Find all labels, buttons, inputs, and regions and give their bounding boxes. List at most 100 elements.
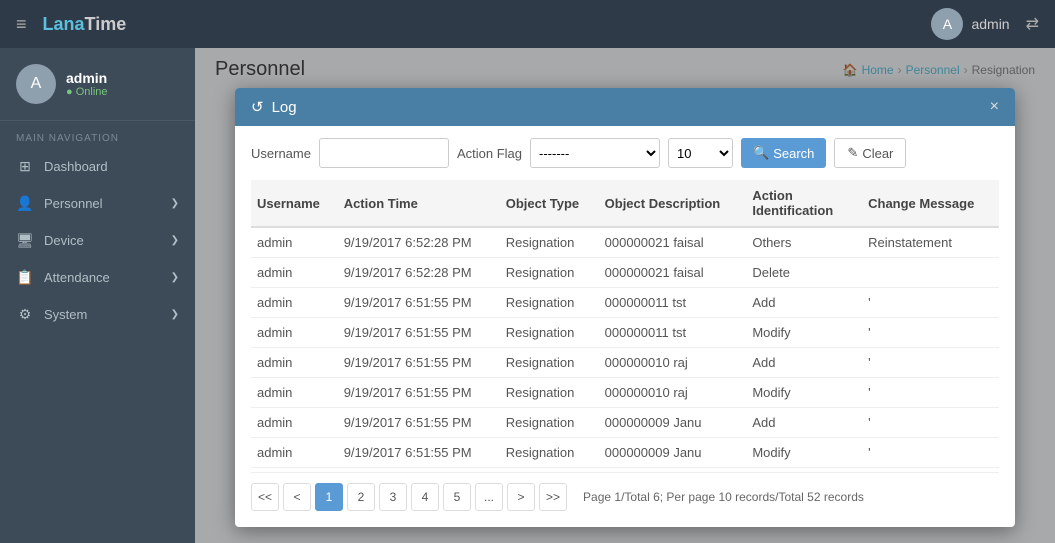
- cell-object-type: Resignation: [500, 348, 599, 378]
- cell-username: admin: [251, 288, 338, 318]
- pagination-row: << < 1 2 3 4 5 ... > >> Page 1/Total 6; …: [251, 472, 999, 515]
- cell-action-id: Add: [746, 408, 862, 438]
- search-icon: 🔍: [753, 145, 769, 161]
- cell-action-time: 9/19/2017 6:51:55 PM: [338, 288, 500, 318]
- chevron-right-icon: ❯: [171, 272, 179, 283]
- cell-change-message: ': [862, 438, 999, 468]
- attendance-icon: 📋: [16, 269, 34, 286]
- sidebar-item-dashboard[interactable]: ⊞ Dashboard: [0, 148, 195, 185]
- sidebar-item-personnel[interactable]: 👤 Personnel ❯: [0, 185, 195, 222]
- cell-change-message: ': [862, 288, 999, 318]
- sidebar-item-label: Device: [44, 233, 84, 248]
- cell-object-type: Resignation: [500, 438, 599, 468]
- admin-label: admin: [971, 16, 1009, 32]
- cell-object-description: 000000009 Janu: [599, 408, 747, 438]
- page-ellipsis-button[interactable]: ...: [475, 483, 503, 511]
- cell-change-message: ': [862, 318, 999, 348]
- hamburger-icon[interactable]: ≡: [16, 14, 27, 35]
- cell-object-description: 000000009 Janu: [599, 438, 747, 468]
- modal-close-button[interactable]: ×: [990, 98, 999, 116]
- sidebar-item-device[interactable]: 🖥 Device ❯: [0, 222, 195, 259]
- cell-action-id: Add: [746, 288, 862, 318]
- table-row: admin 9/19/2017 6:52:28 PM Resignation 0…: [251, 258, 999, 288]
- admin-user-menu[interactable]: A admin: [931, 8, 1009, 40]
- cell-username: admin: [251, 408, 338, 438]
- cell-object-type: Resignation: [500, 408, 599, 438]
- sidebar-user-info: A admin ● Online: [0, 48, 195, 121]
- per-page-select[interactable]: 10 20 50 100: [668, 138, 733, 168]
- cell-action-id: Modify: [746, 318, 862, 348]
- page-4-button[interactable]: 4: [411, 483, 439, 511]
- page-1-button[interactable]: 1: [315, 483, 343, 511]
- cell-object-type: Resignation: [500, 227, 599, 258]
- admin-avatar: A: [931, 8, 963, 40]
- page-2-button[interactable]: 2: [347, 483, 375, 511]
- cell-action-time: 9/19/2017 6:51:55 PM: [338, 408, 500, 438]
- sidebar-item-attendance[interactable]: 📋 Attendance ❯: [0, 259, 195, 296]
- chevron-right-icon: ❯: [171, 198, 179, 209]
- sidebar-item-label: Personnel: [44, 196, 103, 211]
- action-flag-select[interactable]: ------- Add Modify Delete Others: [530, 138, 660, 168]
- cell-action-id: Delete: [746, 258, 862, 288]
- page-first-button[interactable]: <<: [251, 483, 279, 511]
- username-filter-label: Username: [251, 146, 311, 161]
- dashboard-icon: ⊞: [16, 158, 34, 175]
- cell-object-type: Resignation: [500, 378, 599, 408]
- log-modal: ↺ Log × Username Action Flag ------- Add…: [235, 88, 1015, 527]
- top-navbar: ≡ LanaTime A admin ⇄: [0, 0, 1055, 48]
- chevron-right-icon: ❯: [171, 309, 179, 320]
- cell-object-type: Resignation: [500, 318, 599, 348]
- page-next-button[interactable]: >: [507, 483, 535, 511]
- table-row: admin 9/19/2017 6:51:55 PM Resignation 0…: [251, 348, 999, 378]
- search-button[interactable]: 🔍 Search: [741, 138, 826, 168]
- cell-change-message: ': [862, 348, 999, 378]
- username-input[interactable]: [319, 138, 449, 168]
- col-username: Username: [251, 180, 338, 227]
- cell-action-id: Others: [746, 227, 862, 258]
- cell-username: admin: [251, 438, 338, 468]
- cell-object-type: Resignation: [500, 288, 599, 318]
- page-prev-button[interactable]: <: [283, 483, 311, 511]
- modal-title: ↺ Log: [251, 98, 297, 116]
- cell-action-time: 9/19/2017 6:51:55 PM: [338, 378, 500, 408]
- cell-username: admin: [251, 258, 338, 288]
- log-table: Username Action Time Object Type Object …: [251, 180, 999, 468]
- device-icon: 🖥: [16, 232, 34, 249]
- chevron-right-icon: ❯: [171, 235, 179, 246]
- page-3-button[interactable]: 3: [379, 483, 407, 511]
- table-body: admin 9/19/2017 6:52:28 PM Resignation 0…: [251, 227, 999, 468]
- page-5-button[interactable]: 5: [443, 483, 471, 511]
- table-row: admin 9/19/2017 6:51:55 PM Resignation 0…: [251, 408, 999, 438]
- cell-action-time: 9/19/2017 6:52:28 PM: [338, 227, 500, 258]
- share-icon[interactable]: ⇄: [1026, 14, 1039, 34]
- table-row: admin 9/19/2017 6:51:55 PM Resignation 0…: [251, 378, 999, 408]
- sidebar-item-system[interactable]: ⚙ System ❯: [0, 296, 195, 333]
- col-change-message: Change Message: [862, 180, 999, 227]
- cell-object-description: 000000021 faisal: [599, 258, 747, 288]
- cell-action-time: 9/19/2017 6:51:55 PM: [338, 348, 500, 378]
- cell-object-description: 000000010 raj: [599, 348, 747, 378]
- sidebar: A admin ● Online MAIN NAVIGATION ⊞ Dashb…: [0, 48, 195, 543]
- cell-action-id: Add: [746, 348, 862, 378]
- log-icon: ↺: [251, 98, 264, 116]
- modal-header: ↺ Log ×: [235, 88, 1015, 126]
- cell-action-id: Modify: [746, 438, 862, 468]
- table-row: admin 9/19/2017 6:51:55 PM Resignation 0…: [251, 288, 999, 318]
- table-head: Username Action Time Object Type Object …: [251, 180, 999, 227]
- cell-change-message: [862, 258, 999, 288]
- cell-object-description: 000000010 raj: [599, 378, 747, 408]
- cell-object-description: 000000011 tst: [599, 318, 747, 348]
- sidebar-item-label: Attendance: [44, 270, 110, 285]
- personnel-icon: 👤: [16, 195, 34, 212]
- sidebar-item-label: Dashboard: [44, 159, 108, 174]
- cell-action-time: 9/19/2017 6:51:55 PM: [338, 318, 500, 348]
- cell-object-description: 000000021 faisal: [599, 227, 747, 258]
- sidebar-avatar: A: [16, 64, 56, 104]
- clear-icon: ✎: [847, 145, 858, 161]
- pagination-info: Page 1/Total 6; Per page 10 records/Tota…: [583, 490, 864, 504]
- system-icon: ⚙: [16, 306, 34, 323]
- page-last-button[interactable]: >>: [539, 483, 567, 511]
- table-row: admin 9/19/2017 6:51:55 PM Resignation 0…: [251, 438, 999, 468]
- clear-button[interactable]: ✎ Clear: [834, 138, 906, 168]
- filter-row: Username Action Flag ------- Add Modify …: [251, 138, 999, 168]
